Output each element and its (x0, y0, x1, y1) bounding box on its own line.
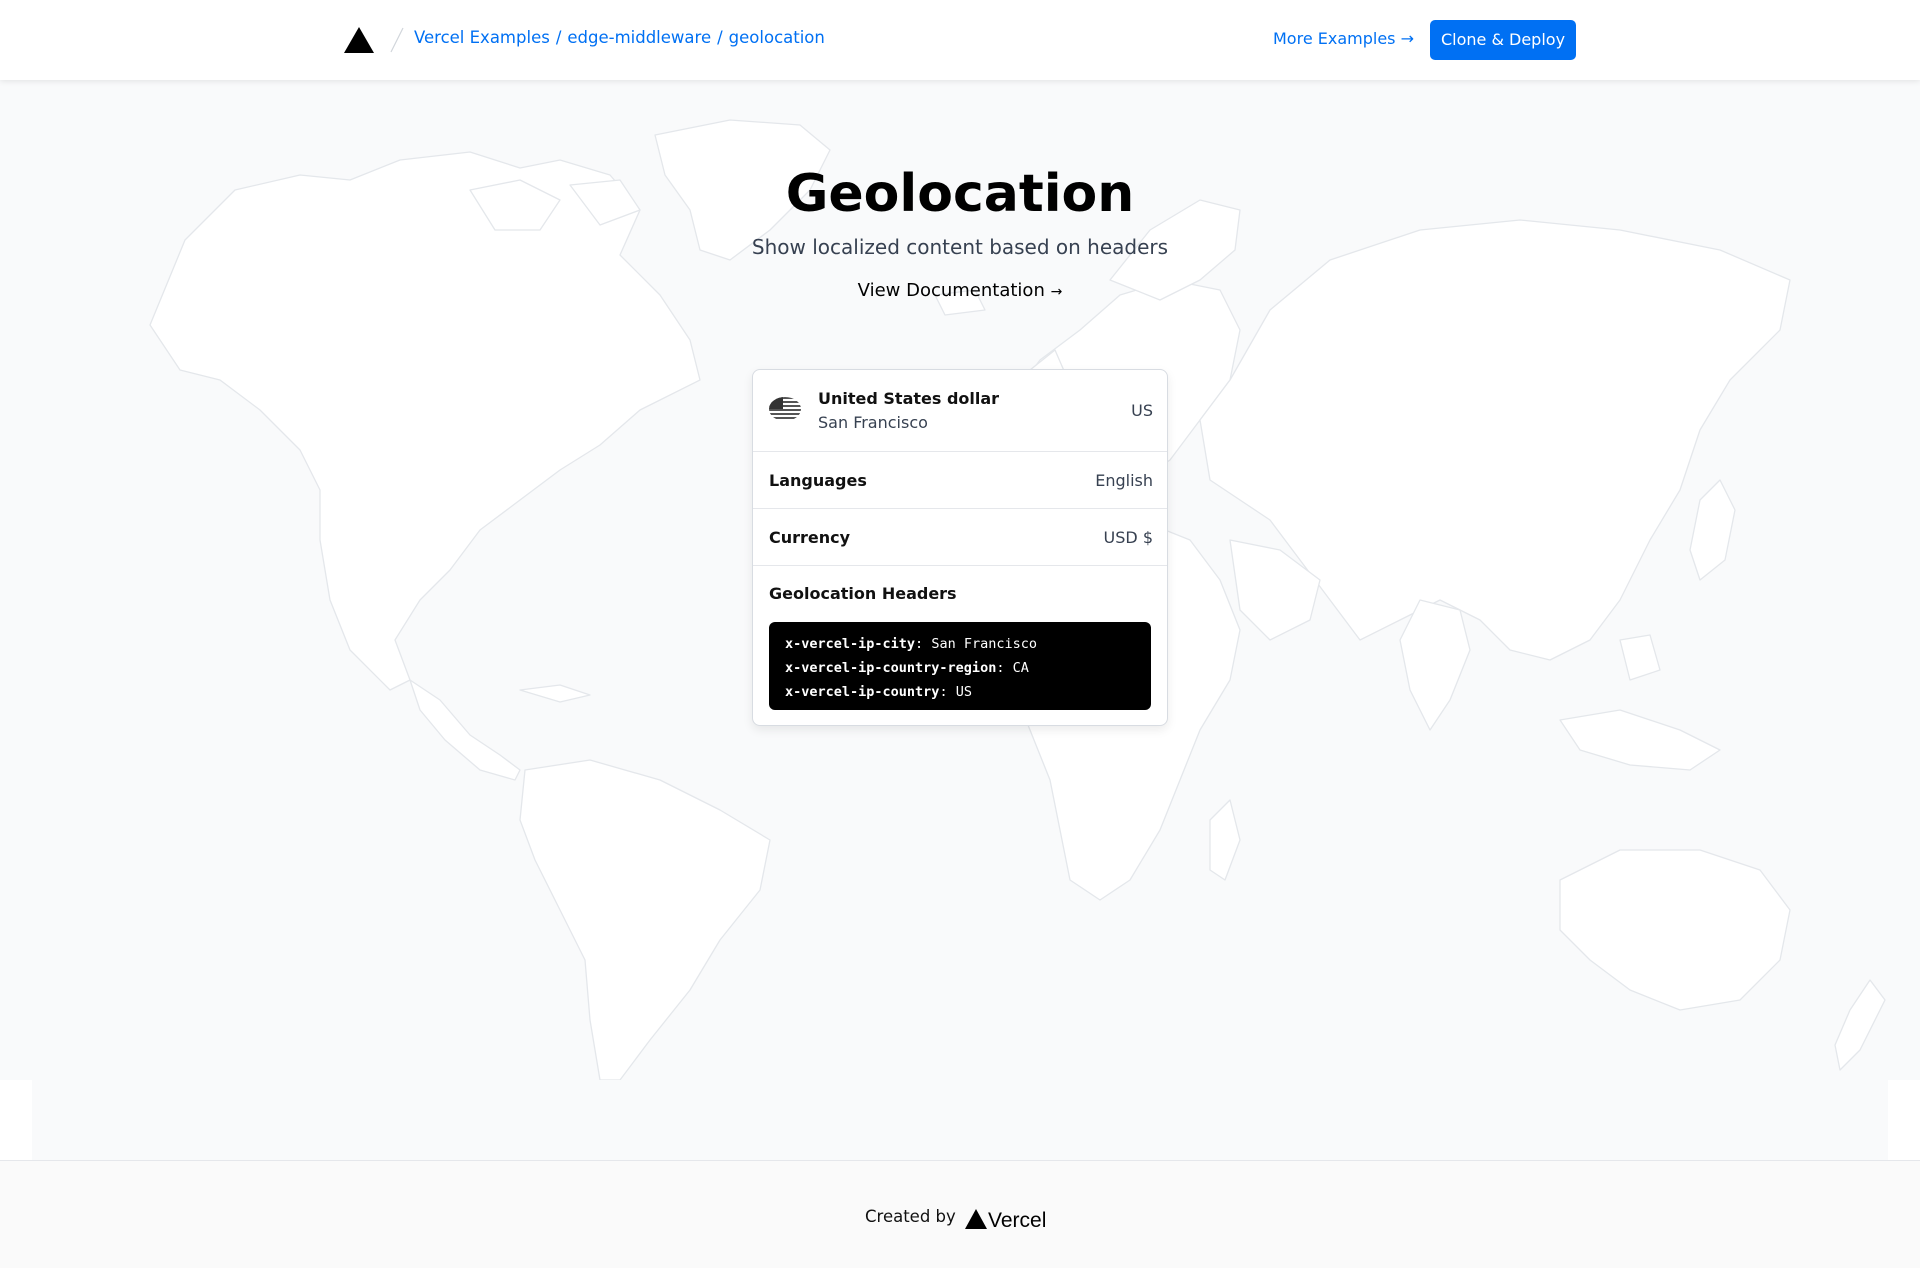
vercel-brand-text: Vercel (988, 1209, 1046, 1231)
header-value: San Francisco (931, 636, 1037, 652)
breadcrumb: Vercel Examples / edge-middleware / geolocat… (414, 28, 825, 47)
location-row: United States dollar San Francisco US (753, 370, 1167, 452)
header-value: CA (1012, 660, 1029, 676)
languages-value: English (1095, 471, 1153, 490)
currency-value: USD $ (1103, 528, 1153, 547)
header-key: x-vercel-ip-country-region (785, 660, 997, 676)
breadcrumb-link-vercel-examples[interactable]: Vercel Examples (414, 28, 550, 47)
top-nav: Vercel Examples / edge-middleware / geolocat… (0, 0, 1920, 80)
breadcrumb-link-edge-middleware[interactable]: edge-middleware (567, 28, 711, 47)
vercel-brand-link[interactable]: Vercel (965, 1207, 1055, 1232)
page-edge-right (1888, 1080, 1920, 1160)
header-key: x-vercel-ip-country (785, 684, 940, 700)
city-name: San Francisco (818, 413, 928, 432)
more-examples-link[interactable]: More Examples → (1273, 29, 1414, 48)
us-flag-icon (769, 397, 801, 421)
country-code: US (1131, 401, 1153, 420)
header-line: x-vercel-ip-city: San Francisco (785, 636, 1037, 652)
languages-row: Languages English (753, 452, 1167, 509)
header-value: US (955, 684, 972, 700)
vercel-wordmark-icon: Vercel (965, 1209, 1046, 1232)
view-documentation-link[interactable]: View Documentation → (0, 280, 1920, 301)
breadcrumb-link-geolocation[interactable]: geolocation (729, 28, 825, 47)
currency-name: United States dollar (818, 389, 1000, 408)
header-line: x-vercel-ip-country-region: CA (785, 660, 1029, 676)
geolocation-headers-title: Geolocation Headers (769, 584, 957, 603)
breadcrumb-separator: / (555, 28, 562, 47)
vercel-logo-icon[interactable] (344, 27, 374, 53)
view-documentation-label: View Documentation (857, 280, 1045, 301)
currency-label: Currency (769, 528, 851, 547)
clone-deploy-button[interactable]: Clone & Deploy (1430, 20, 1576, 60)
page-subtitle: Show localized content based on headers (751, 235, 1169, 259)
currency-row: Currency USD $ (753, 509, 1167, 566)
page-title: Geolocation (785, 164, 1135, 224)
geolocation-card: United States dollar San Francisco US La… (752, 369, 1168, 726)
headers-code-block: x-vercel-ip-city: San Francisco x-vercel… (769, 622, 1151, 710)
page-edge-left (0, 1080, 32, 1160)
breadcrumb-separator: / (717, 28, 723, 47)
header-key: x-vercel-ip-city (785, 636, 916, 652)
page-band (32, 1080, 1888, 1160)
languages-label: Languages (769, 471, 867, 490)
header-line: x-vercel-ip-country: US (785, 684, 972, 700)
nav-separator (390, 27, 404, 53)
arrow-right-icon: → (1050, 284, 1063, 300)
created-by-label: Created by (865, 1207, 956, 1226)
footer: Created by Vercel (0, 1160, 1920, 1268)
